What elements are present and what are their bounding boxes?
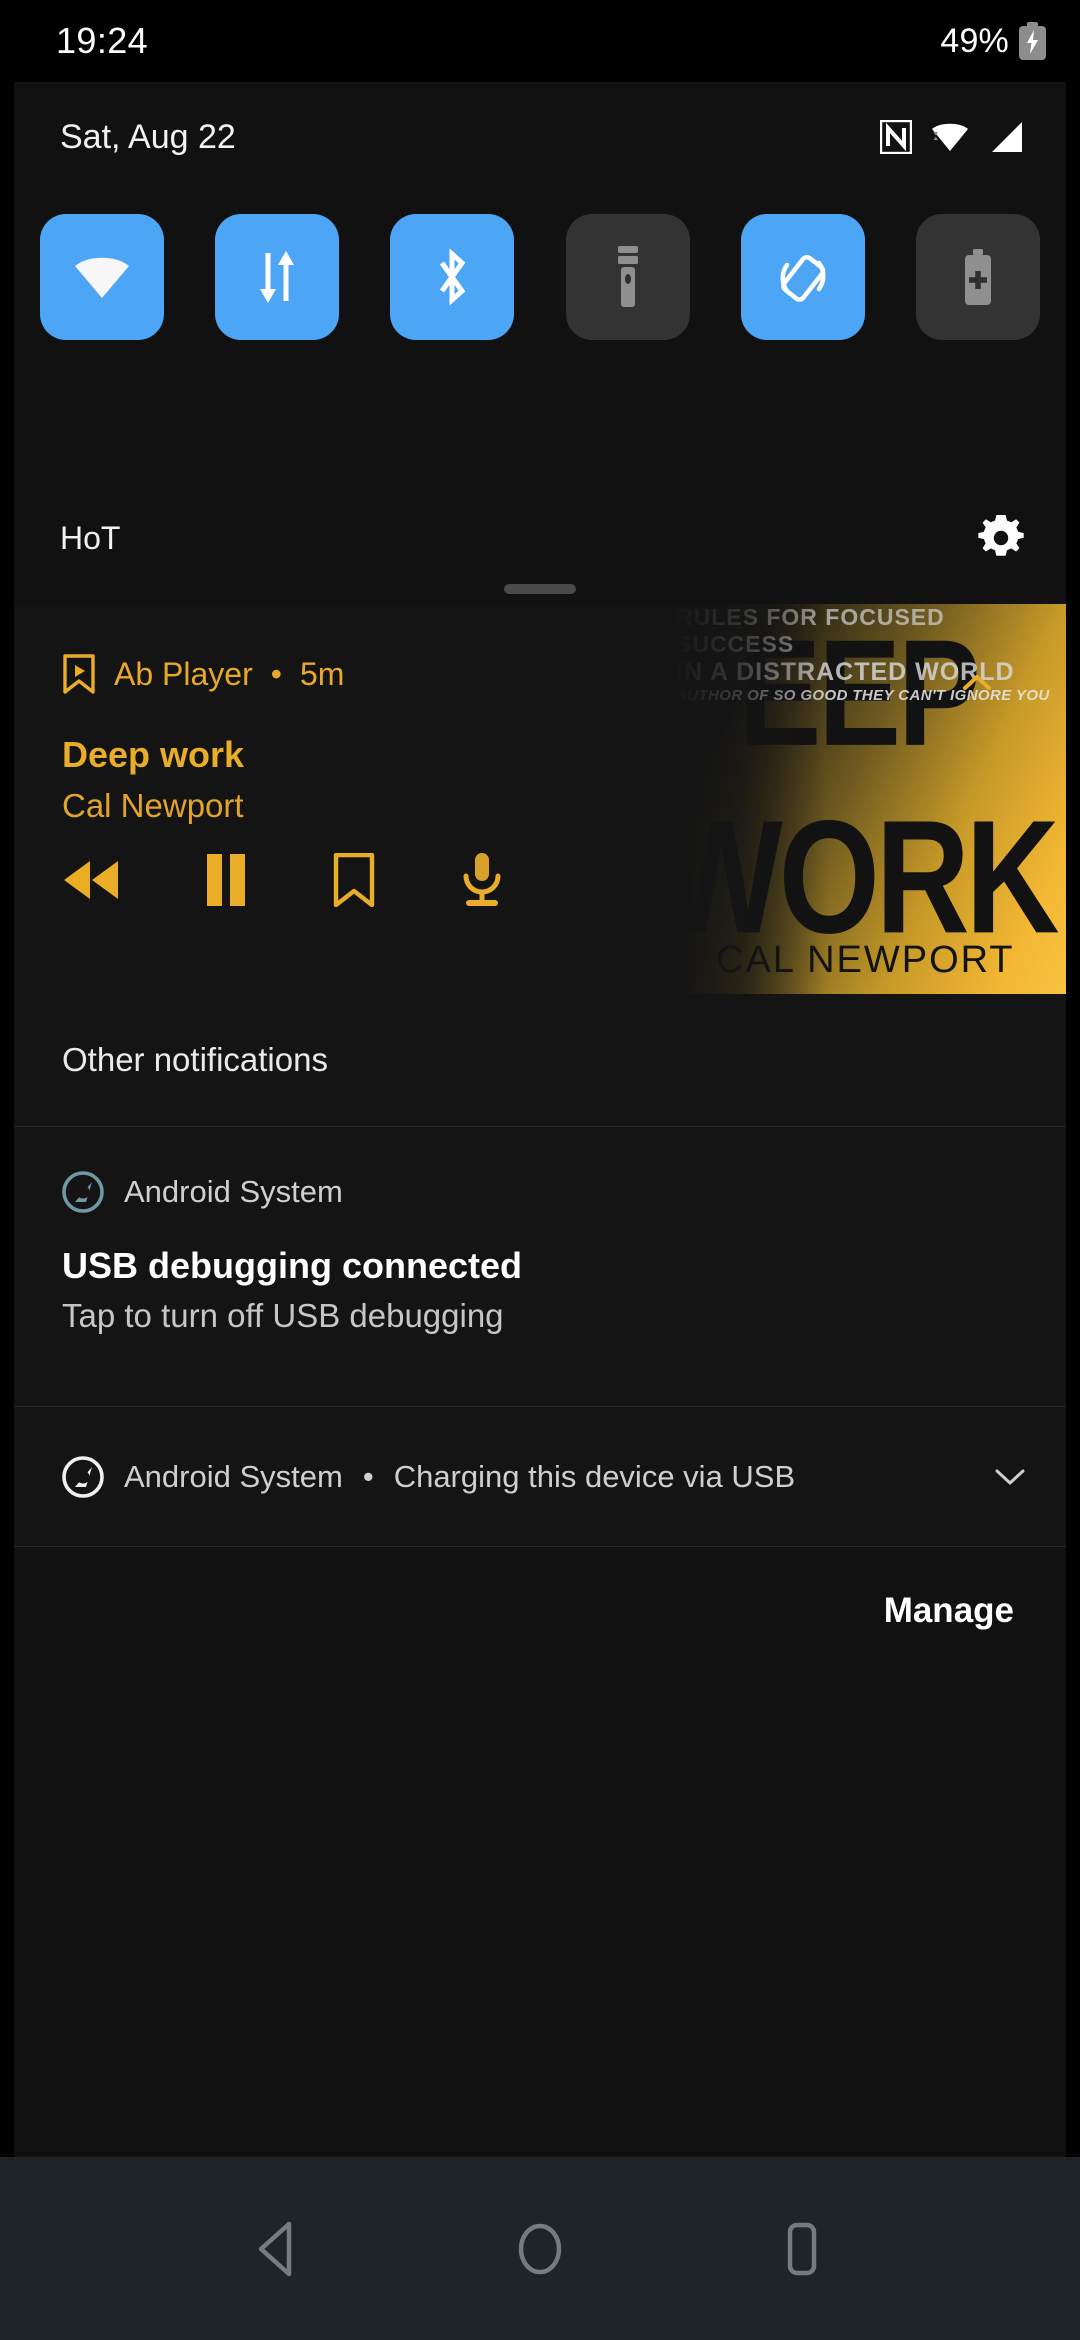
media-app-header: Ab Player • 5m: [62, 654, 344, 694]
chevron-up-icon[interactable]: [960, 670, 994, 696]
notification-app-name: Android System: [124, 1459, 343, 1494]
other-notifications-label: Other notifications: [62, 1041, 328, 1078]
android-system-icon: [62, 1456, 104, 1498]
media-app-name: Ab Player: [114, 655, 253, 692]
navigation-bar: [0, 2157, 1080, 2340]
chevron-down-icon[interactable]: [994, 1467, 1026, 1487]
notification-app-row: Android System: [14, 1127, 1066, 1213]
notification-summary-row: Android System • Charging this device vi…: [62, 1456, 795, 1498]
wifi-icon: [932, 123, 968, 151]
signal-icon: [992, 122, 1022, 152]
notification-title: USB debugging connected: [62, 1245, 523, 1286]
other-notifications-header: Other notifications: [14, 994, 1066, 1126]
home-button[interactable]: [503, 2212, 577, 2286]
shade-status-icons: [880, 120, 1026, 154]
data-arrows-icon: [260, 251, 295, 303]
status-bar: 19:24 49%: [0, 0, 1080, 82]
quick-settings-shade: Sat, Aug 22 HoT DEEP FOCUSED IN A DISTRA…: [14, 82, 1066, 2157]
gear-icon[interactable]: [978, 515, 1024, 561]
bookmark-play-icon: [63, 654, 95, 694]
bluetooth-icon: [440, 248, 466, 306]
drag-handle[interactable]: [504, 584, 576, 594]
manage-row: Manage: [14, 1547, 1066, 1675]
back-button[interactable]: [241, 2212, 315, 2286]
back-icon: [258, 2221, 292, 2276]
rewind-button[interactable]: [62, 858, 120, 902]
notification-body: Tap to turn off USB debugging: [62, 1297, 504, 1334]
flashlight-icon: [617, 246, 638, 307]
mobile-data-tile[interactable]: [215, 214, 340, 340]
battery-charging-icon: [1019, 22, 1046, 60]
bookmark-icon: [333, 853, 375, 907]
pause-button[interactable]: [204, 854, 248, 906]
notification-charging[interactable]: Android System • Charging this device vi…: [14, 1407, 1066, 1547]
carrier-row: HoT: [14, 494, 1066, 582]
microphone-icon: [463, 853, 501, 906]
media-notification[interactable]: DEEP RULES FOR FOCUSED SUCCESS IN A DIST…: [14, 604, 1066, 994]
manage-button[interactable]: Manage: [884, 1591, 1014, 1631]
recents-button[interactable]: [765, 2212, 839, 2286]
voice-button[interactable]: [460, 852, 504, 908]
auto-rotate-icon: [780, 255, 826, 302]
auto-rotate-tile[interactable]: [740, 214, 865, 340]
notification-usb-debugging[interactable]: Android System USB debugging connected T…: [14, 1127, 1066, 1407]
battery-saver-tile[interactable]: [915, 214, 1040, 340]
album-art: DEEP RULES FOR FOCUSED SUCCESS IN A DIST…: [676, 604, 1066, 994]
status-bar-clock: 19:24: [56, 20, 149, 61]
pause-icon: [207, 854, 245, 906]
bookmark-button[interactable]: [332, 853, 376, 907]
status-bar-right-icons: 49%: [940, 22, 1046, 61]
nfc-icon: [880, 120, 912, 154]
carrier-label: HoT: [60, 519, 121, 556]
rewind-icon: [64, 861, 118, 899]
charging-bolt-icon: [1027, 30, 1038, 54]
recents-icon: [787, 2222, 817, 2275]
media-artist: Cal Newport: [62, 787, 244, 824]
quick-settings-tiles: [14, 214, 1066, 340]
wifi-tile[interactable]: [40, 214, 164, 340]
android-notification-shade: 19:24 49% Sat, Aug 22 HoT DEEP FOCUSED I…: [0, 0, 1080, 2340]
battery-percent: 49%: [940, 21, 1009, 60]
notification-summary: Charging this device via USB: [393, 1459, 796, 1494]
home-icon: [518, 2223, 562, 2274]
shade-date-row: Sat, Aug 22: [14, 82, 1066, 192]
media-separator: •: [270, 655, 282, 692]
media-title: Deep work: [62, 734, 245, 775]
album-art-fade: [676, 604, 826, 994]
android-system-icon: [62, 1171, 104, 1213]
notification-app-name: Android System: [124, 1174, 343, 1209]
notification-separator: •: [362, 1459, 374, 1494]
media-elapsed: 5m: [299, 655, 345, 692]
bluetooth-tile[interactable]: [390, 214, 515, 340]
wifi-icon: [75, 257, 129, 298]
flashlight-tile[interactable]: [565, 214, 690, 340]
media-controls: [62, 852, 504, 908]
battery-plus-icon: [964, 249, 991, 305]
shade-date: Sat, Aug 22: [60, 117, 236, 156]
